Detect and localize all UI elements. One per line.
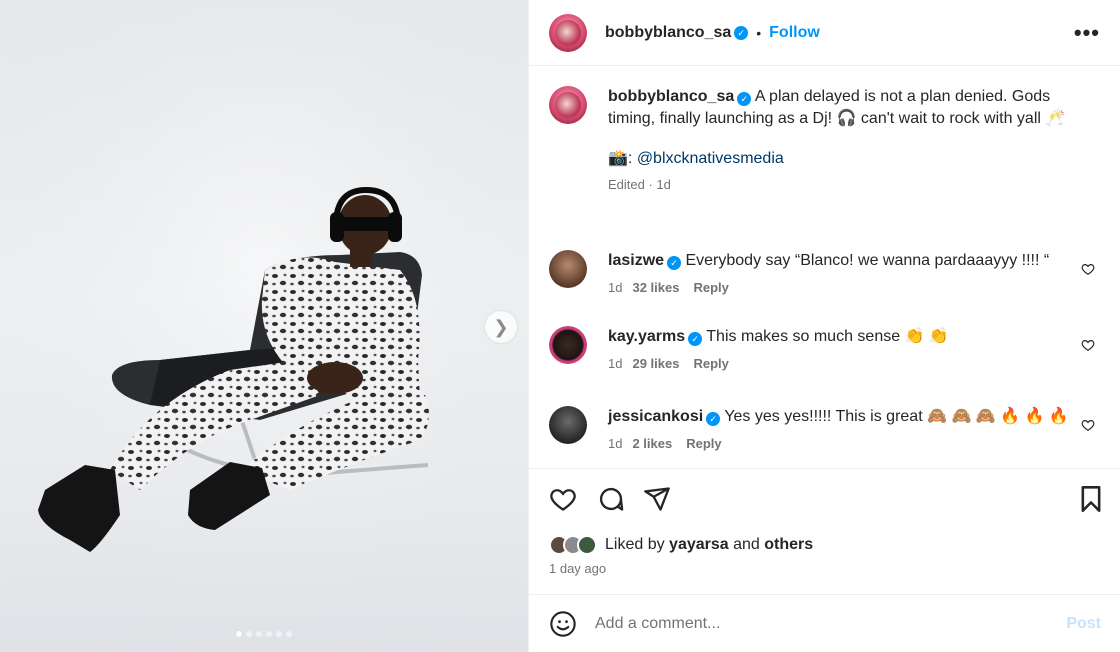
add-comment-bar: Post [529,594,1120,652]
separator-dot: • [756,24,762,41]
comment-item: kay.yarms ✓ This makes so much sense 👏 👏 … [549,326,1101,371]
post-comment-button[interactable]: Post [1066,615,1101,633]
add-comment-input[interactable] [595,614,1035,633]
bookmark-icon[interactable] [1077,485,1105,513]
caption-author-username[interactable]: bobbyblanco_sa [608,88,734,105]
comment-like-heart-icon[interactable] [1081,338,1095,352]
more-options-icon[interactable]: ••• [1074,21,1100,43]
share-icon[interactable] [643,485,671,513]
commenter-username[interactable]: jessicankosi [608,408,703,425]
comment-time: 1d [608,436,623,451]
caption-time: 1d [656,177,671,192]
comment-text: This makes so much sense 👏 👏 [706,328,949,345]
comment-likes[interactable]: 2 likes [632,436,672,451]
caption-author-avatar[interactable] [549,86,587,124]
post-photo-illustration [0,0,528,652]
comment-item: jessicankosi ✓ Yes yes yes!!!!! This is g… [549,406,1101,451]
comment-text: Everybody say “Blanco! we wanna pardaaay… [685,252,1050,269]
carousel-dot [246,631,252,637]
carousel-dot [266,631,272,637]
comment-time: 1d [608,356,623,371]
liker-avatar[interactable] [577,535,597,555]
comment-reply-button[interactable]: Reply [686,436,721,451]
commenter-avatar[interactable] [549,406,587,444]
follow-button[interactable]: Follow [769,24,820,42]
post-caption: bobbyblanco_sa ✓ A plan delayed is not a … [549,86,1101,196]
post-photo: ❯ [0,0,528,652]
carousel-dot [276,631,282,637]
post-actions: Liked by yayarsa and others 1 day ago [529,468,1120,594]
verified-badge-icon: ✓ [706,412,721,426]
comment-likes[interactable]: 29 likes [632,356,679,371]
post-details-panel: bobbyblanco_sa ✓ • Follow ••• bobbyblanc… [528,0,1120,652]
comment-reply-button[interactable]: Reply [693,280,728,295]
carousel-dot [236,631,242,637]
verified-badge-icon: ✓ [667,256,682,270]
comment-reply-button[interactable]: Reply [693,356,728,371]
comment-likes[interactable]: 32 likes [632,280,679,295]
photo-credit-prefix: 📸: [608,150,637,167]
chevron-right-icon: ❯ [493,316,509,337]
emoji-icon[interactable] [549,610,577,638]
post-header: bobbyblanco_sa ✓ • Follow ••• [529,0,1120,66]
verified-badge-icon: ✓ [688,332,703,346]
liked-by-user[interactable]: yayarsa [669,536,729,553]
carousel-dot [286,631,292,637]
caption-edited-label: Edited [608,177,645,192]
carousel-next-button[interactable]: ❯ [485,311,517,343]
author-username[interactable]: bobbyblanco_sa [605,24,731,42]
comment-text: Yes yes yes!!!!! This is great 🙈 🙈 🙈 🔥 🔥… [724,408,1069,425]
posted-time: 1 day ago [549,561,607,576]
commenter-avatar[interactable] [549,326,587,364]
author-avatar[interactable] [549,13,587,52]
heart-icon[interactable] [549,485,577,513]
verified-badge-icon: ✓ [734,25,749,40]
liked-by-middle: and [728,536,765,553]
comments-section: bobbyblanco_sa ✓ A plan delayed is not a … [529,66,1120,468]
verified-badge-icon: ✓ [737,92,752,106]
commenter-username[interactable]: lasizwe [608,252,664,269]
comment-like-heart-icon[interactable] [1081,262,1095,276]
liked-by-prefix: Liked by [605,536,670,553]
comment-time: 1d [608,280,623,295]
carousel-dot [256,631,262,637]
comment-icon[interactable] [597,485,625,513]
photo-credit-mention[interactable]: @blxcknativesmedia [637,150,784,167]
comment-like-heart-icon[interactable] [1081,418,1095,432]
commenter-username[interactable]: kay.yarms [608,328,685,345]
comment-item: lasizwe ✓ Everybody say “Blanco! we wanna… [549,250,1101,295]
liked-by-others[interactable]: others [764,536,813,553]
commenter-avatar[interactable] [549,250,587,288]
carousel-indicator [0,631,528,637]
liked-by: Liked by yayarsa and others [549,535,813,555]
